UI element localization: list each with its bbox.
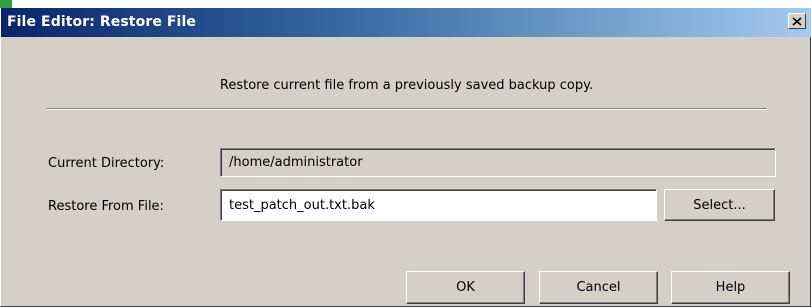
close-button[interactable]	[788, 13, 806, 29]
restore-from-file-input[interactable]: test_patch_out.txt.bak	[220, 189, 657, 221]
cancel-button[interactable]: Cancel	[539, 271, 658, 304]
instruction-text: Restore current file from a previously s…	[219, 78, 594, 93]
separator	[46, 108, 766, 110]
current-directory-field: /home/administrator	[220, 148, 776, 177]
restore-file-dialog: File Editor: Restore File Restore curren…	[0, 8, 811, 307]
title-bar[interactable]: File Editor: Restore File	[1, 8, 811, 37]
current-directory-label: Current Directory:	[48, 156, 165, 171]
window-title: File Editor: Restore File	[7, 14, 196, 30]
restore-from-file-label: Restore From File:	[48, 199, 164, 214]
help-button[interactable]: Help	[671, 271, 790, 304]
ok-button[interactable]: OK	[406, 271, 525, 304]
select-button[interactable]: Select...	[664, 189, 775, 221]
desktop-corner	[0, 0, 12, 8]
close-icon	[792, 16, 802, 26]
